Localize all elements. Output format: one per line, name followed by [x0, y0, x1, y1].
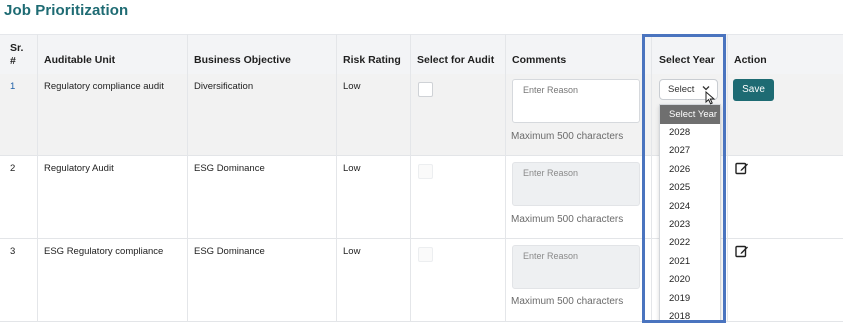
row-auditable-unit: Regulatory Audit	[44, 163, 114, 174]
row-auditable-unit: Regulatory compliance audit	[44, 81, 164, 92]
header-comments: Comments	[512, 54, 567, 66]
row-business-objective: ESG Dominance	[194, 246, 265, 257]
column-divider	[336, 34, 337, 321]
column-divider	[505, 34, 506, 321]
row-risk-rating: Low	[343, 246, 361, 257]
column-divider	[410, 34, 411, 321]
row-risk-rating: Low	[343, 163, 361, 174]
comment-limit-note: Maximum 500 characters	[511, 214, 624, 225]
column-divider	[727, 34, 728, 321]
page-title: Job Prioritization	[4, 2, 129, 19]
save-button[interactable]: Save	[733, 79, 774, 101]
edit-icon[interactable]	[735, 161, 749, 175]
row-business-objective: Diversification	[194, 81, 254, 92]
header-business-objective: Business Objective	[194, 54, 291, 66]
edit-icon[interactable]	[735, 244, 749, 258]
header-sr: Sr. #	[10, 42, 24, 67]
header-auditable-unit: Auditable Unit	[44, 54, 116, 66]
select-for-audit-checkbox[interactable]	[418, 82, 433, 97]
header-risk-rating: Risk Rating	[343, 54, 401, 66]
row-sr-number: 1	[10, 81, 16, 92]
row-business-objective: ESG Dominance	[194, 163, 265, 174]
comment-textarea[interactable]: Enter Reason	[512, 162, 640, 206]
select-for-audit-checkbox[interactable]	[418, 247, 433, 262]
row-risk-rating: Low	[343, 81, 361, 92]
select-for-audit-checkbox[interactable]	[418, 164, 433, 179]
comment-limit-note: Maximum 500 characters	[511, 296, 624, 307]
column-divider	[37, 34, 38, 321]
comment-limit-note: Maximum 500 characters	[511, 131, 624, 142]
comment-textarea[interactable]: Enter Reason	[512, 245, 640, 289]
row-auditable-unit: ESG Regulatory compliance	[44, 246, 164, 257]
row-sr-number: 2	[10, 163, 16, 174]
select-year-highlight	[642, 34, 726, 323]
row-sr-number: 3	[10, 246, 16, 257]
header-select-for-audit: Select for Audit	[417, 54, 495, 66]
comment-textarea[interactable]: Enter Reason	[512, 79, 640, 123]
header-action: Action	[734, 54, 767, 66]
column-divider	[187, 34, 188, 321]
